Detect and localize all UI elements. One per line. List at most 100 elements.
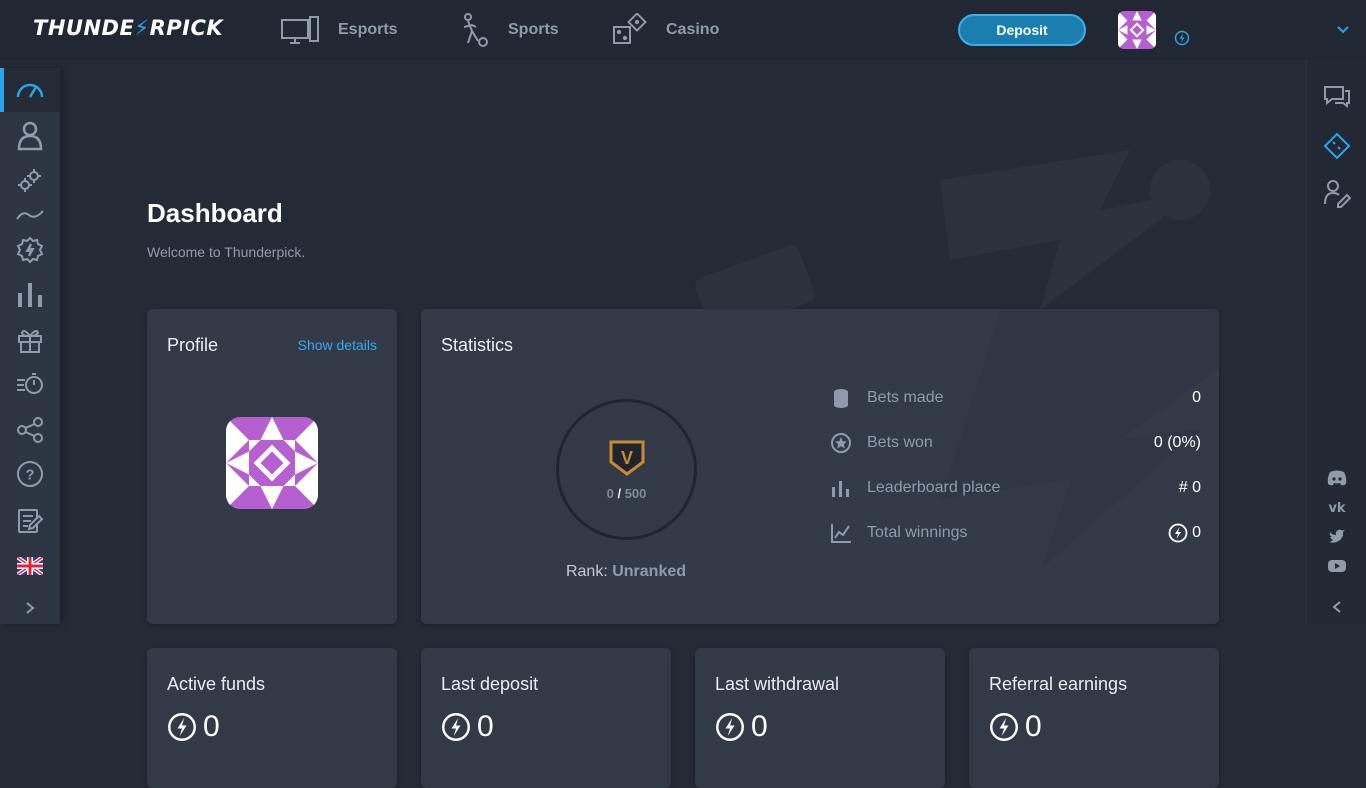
currency-bolt-icon <box>990 713 1018 741</box>
vk-link[interactable]: vk <box>1307 500 1366 514</box>
last-withdrawal-value-wrap: 0 <box>715 710 768 744</box>
stat-total-winnings-value-wrap: 0 <box>1168 523 1201 543</box>
stat-bets-made-label: Bets made <box>867 389 944 406</box>
coins-icon <box>834 389 848 408</box>
chevron-right-icon <box>26 602 35 614</box>
ticket-icon <box>1323 132 1351 160</box>
last-withdrawal-card: Last withdrawal 0 <box>695 648 945 788</box>
nav-casino[interactable]: Casino <box>612 12 719 48</box>
user-edit-icon <box>1324 180 1351 208</box>
sidebar-expand-button[interactable] <box>0 586 60 630</box>
rank-value: Unranked <box>612 563 687 580</box>
twitter-icon <box>1329 529 1345 543</box>
active-funds-card: Active funds 0 <box>147 648 397 788</box>
sidebar-item-help[interactable]: ? <box>0 452 60 496</box>
logo-text-part2: RPICK <box>149 16 224 40</box>
sidebar-item-leaderboard[interactable] <box>0 272 60 316</box>
statistics-card-title: Statistics <box>441 335 514 355</box>
right-sidebar-toggle[interactable] <box>1307 600 1366 614</box>
sidebar-item-settings[interactable] <box>0 158 60 202</box>
profile-card: Profile Show details <box>147 309 397 624</box>
stat-leaderboard-value: # 0 <box>1178 479 1201 496</box>
active-funds-value: 0 <box>203 710 220 743</box>
last-deposit-value: 0 <box>477 710 494 743</box>
bar-chart-icon <box>832 481 849 497</box>
right-sidebar: vk <box>1306 60 1366 624</box>
chevron-down-icon[interactable] <box>1335 22 1351 43</box>
deposit-button[interactable]: Deposit <box>958 14 1086 46</box>
chevron-left-icon <box>1332 601 1341 613</box>
logo-text-part1: THUNDE <box>33 16 135 40</box>
friends-button[interactable] <box>1307 178 1366 208</box>
stat-bets-made-value: 0 <box>1192 389 1201 406</box>
sidebar-item-blog[interactable] <box>0 498 60 542</box>
sidebar-item-fast-bets[interactable] <box>0 362 60 406</box>
stat-bets-won-label: Bets won <box>867 434 933 451</box>
stat-total-winnings-value: 0 <box>1192 524 1201 541</box>
left-sidebar: ? <box>0 68 60 624</box>
youtube-link[interactable] <box>1307 558 1366 574</box>
nav-sports-label: Sports <box>508 21 559 38</box>
active-funds-title: Active funds <box>167 674 266 694</box>
rank-progress-current: 0 <box>606 486 614 501</box>
top-bar: THUNDE⚡RPICK Esports Sports Casino Depos… <box>0 0 1366 60</box>
svg-text:?: ? <box>25 467 34 484</box>
sidebar-item-dashboard[interactable] <box>0 68 60 112</box>
star-circle-icon <box>831 433 851 453</box>
sidebar-item-profile[interactable] <box>0 114 60 158</box>
referral-earnings-card: Referral earnings 0 <box>969 648 1219 788</box>
thunderpick-logo[interactable]: THUNDE⚡RPICK <box>33 16 223 40</box>
user-icon <box>17 121 43 151</box>
betslip-button[interactable] <box>1307 132 1366 160</box>
balance-bolt-icon[interactable] <box>1174 30 1190 51</box>
nav-esports-label: Esports <box>338 21 398 38</box>
statistics-card-decoration <box>941 309 1219 569</box>
profile-card-title: Profile <box>167 335 219 355</box>
last-withdrawal-value: 0 <box>751 710 768 743</box>
trend-chart-icon <box>831 524 851 543</box>
rank-progress-separator: / <box>617 486 622 501</box>
soccer-player-icon <box>463 13 488 47</box>
svg-text:V: V <box>621 448 633 468</box>
referral-earnings-value-wrap: 0 <box>989 710 1042 744</box>
gears-icon <box>18 169 41 192</box>
last-deposit-title: Last deposit <box>441 674 539 694</box>
sidebar-item-referral[interactable] <box>0 408 60 452</box>
user-avatar[interactable] <box>1118 11 1156 49</box>
monitor-icon <box>281 16 319 44</box>
chat-icon <box>1324 86 1350 108</box>
sidebar-item-promotions[interactable] <box>0 318 60 362</box>
chat-button[interactable] <box>1307 84 1366 108</box>
edit-document-icon <box>18 509 44 533</box>
rank-badge-icon: V <box>609 440 645 476</box>
page-subtitle: Welcome to Thunderpick. <box>147 244 306 260</box>
svg-text:vk: vk <box>1328 501 1345 514</box>
bar-chart-icon <box>18 283 42 307</box>
stopwatch-icon <box>17 373 43 394</box>
nav-esports[interactable]: Esports <box>280 12 398 48</box>
sidebar-item-rewards[interactable] <box>0 228 60 272</box>
stat-leaderboard-place: Leaderboard place # 0 <box>829 476 1201 500</box>
discord-link[interactable] <box>1307 470 1366 486</box>
last-withdrawal-title: Last withdrawal <box>715 674 840 694</box>
twitter-link[interactable] <box>1307 529 1366 545</box>
last-deposit-card: Last deposit 0 <box>421 648 671 788</box>
trend-line-icon <box>16 210 44 220</box>
sidebar-item-trends[interactable] <box>0 204 60 222</box>
vk-icon: vk <box>1328 501 1345 514</box>
page-title: Dashboard <box>147 198 283 228</box>
dice-icon <box>613 13 647 44</box>
nav-sports[interactable]: Sports <box>460 12 559 48</box>
youtube-icon <box>1328 560 1346 572</box>
language-selector[interactable] <box>0 544 60 588</box>
rank-progress-text: 0 / 500 <box>559 486 694 501</box>
speedometer-icon <box>16 83 44 98</box>
stat-total-winnings-label: Total winnings <box>867 524 968 541</box>
nav-casino-label: Casino <box>666 21 720 38</box>
show-details-link[interactable]: Show details <box>298 337 377 353</box>
uk-flag-icon <box>17 557 43 575</box>
gift-icon <box>18 330 42 353</box>
logo-bolt-icon: ⚡ <box>134 16 150 40</box>
stat-leaderboard-label: Leaderboard place <box>867 479 1001 496</box>
referral-earnings-value: 0 <box>1025 710 1042 743</box>
